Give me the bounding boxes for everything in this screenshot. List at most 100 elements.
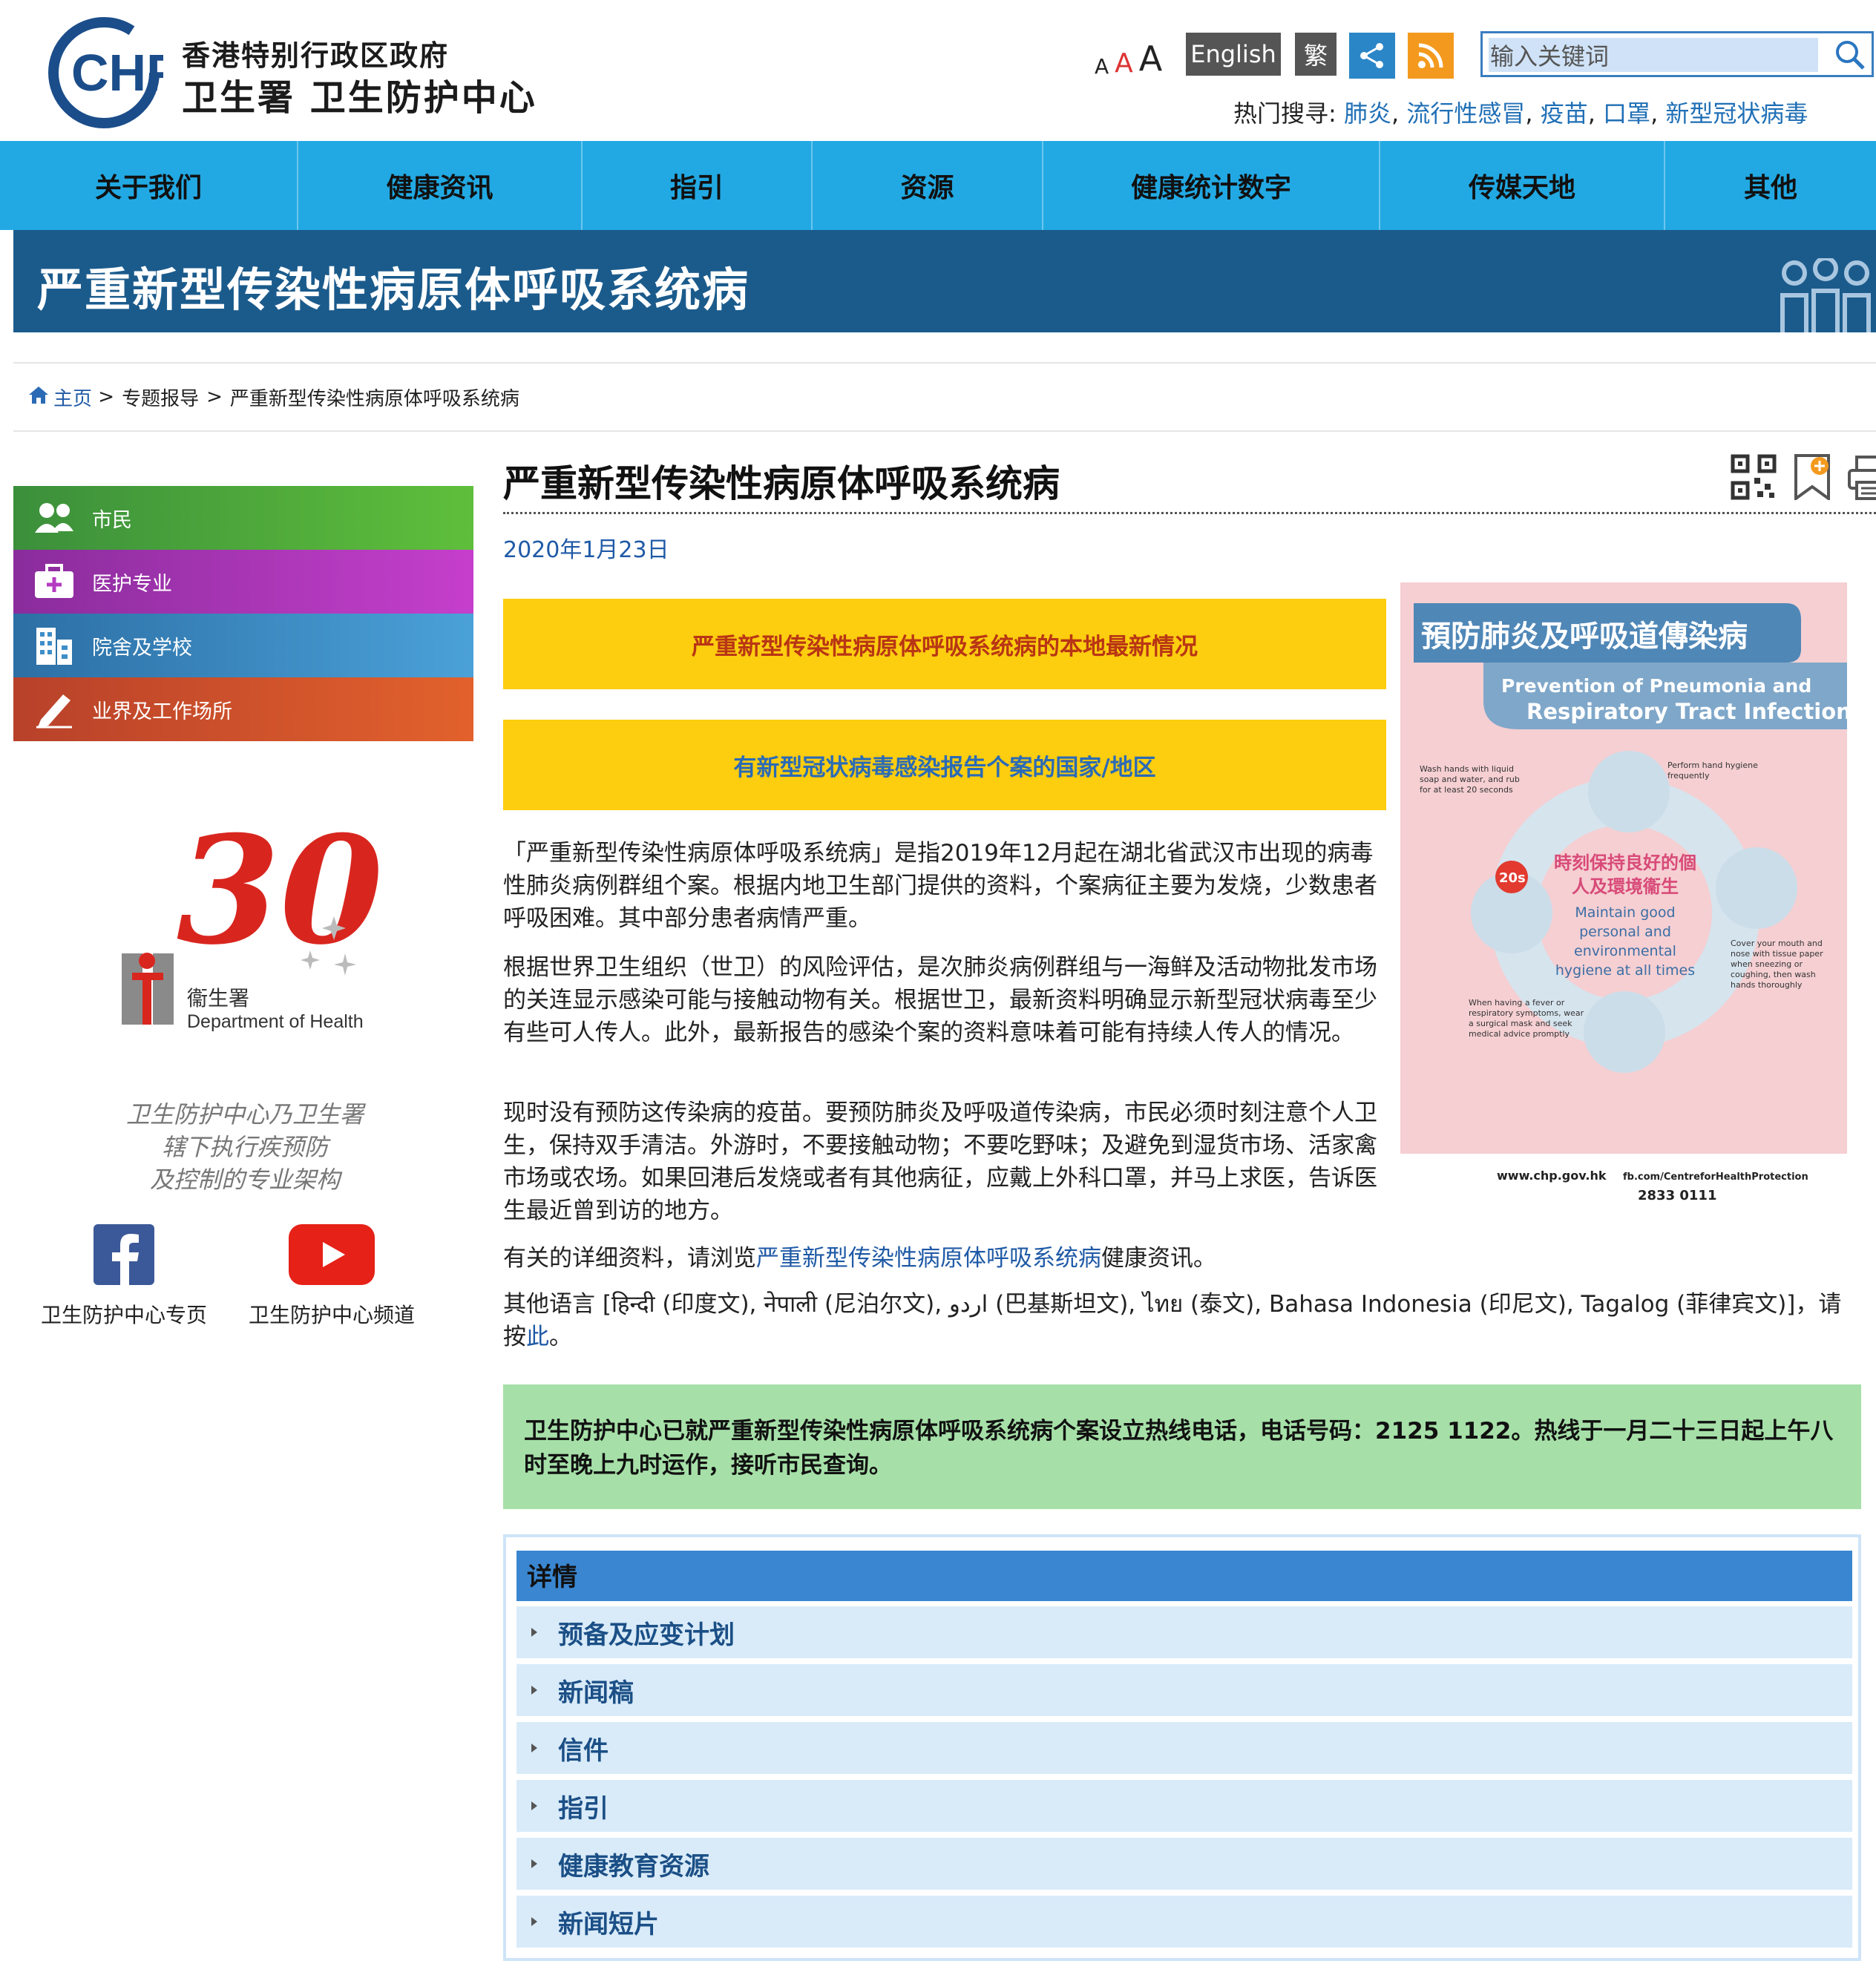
poster-title-en-2: Respiratory Tract Infection	[1526, 699, 1847, 724]
sidebar-item-medical[interactable]: 医护专业	[13, 550, 473, 614]
hot-search-link[interactable]: 肺炎	[1344, 99, 1391, 128]
details-header: 详情	[516, 1551, 1852, 1601]
anniv-dept-cn: 衞生署	[187, 986, 249, 1011]
hot-search-label: 热门搜寻:	[1233, 99, 1337, 128]
sidebar-item-label: 市民	[92, 508, 132, 532]
youtube-link[interactable]: 卫生防护中心频道	[249, 1224, 415, 1329]
hot-search: 热门搜寻: 肺炎, 流行性感冒, 疫苗, 口罩, 新型冠状病毒	[1233, 99, 1808, 128]
rss-icon[interactable]	[1408, 33, 1454, 79]
topic-banner: 严重新型传染性病原体呼吸系统病	[13, 230, 1876, 332]
breadcrumb-separator: >	[206, 386, 223, 408]
health-topic-link[interactable]: 严重新型传染性病原体呼吸系统病	[756, 1245, 1101, 1272]
affected-areas-label: 有新型冠状病毒感染报告个案的国家/地区	[733, 754, 1156, 781]
org-line2: 卫生署 卫生防护中心	[182, 77, 537, 119]
tagline-line: 辖下执行疾预防	[161, 1133, 328, 1161]
share-icon[interactable]	[1349, 33, 1395, 79]
sidebar-item-public[interactable]: 市民	[13, 486, 473, 550]
para4-prefix: 有关的详细资料，请浏览	[503, 1245, 756, 1272]
prevention-poster[interactable]: 預防肺炎及呼吸道傳染病 Prevention of Pneumonia and …	[1400, 582, 1847, 1209]
poster-phone: 2833 0111	[1638, 1188, 1716, 1203]
poster-title-cn: 預防肺炎及呼吸道傳染病	[1421, 620, 1748, 654]
details-item-label: 健康教育资源	[558, 1851, 709, 1882]
poster-title-en-1: Prevention of Pneumonia and	[1501, 675, 1811, 697]
people-icon	[27, 502, 82, 534]
poster-tip-fever: When having a fever or respiratory sympt…	[1469, 998, 1584, 1039]
nav-guidelines[interactable]: 指引	[583, 141, 813, 230]
poster-badge: 20s	[1499, 870, 1526, 886]
tagline-line: 卫生防护中心乃卫生署	[125, 1100, 364, 1128]
details-item-label: 新闻稿	[558, 1678, 634, 1708]
body-paragraph-2: 根据世界卫生组织（世卫）的风险评估，是次肺炎病例群组与一海鲜及活动物批发市场的关…	[503, 954, 1377, 1046]
facebook-link[interactable]: 卫生防护中心专页	[41, 1224, 207, 1329]
font-size-small[interactable]: A	[1095, 54, 1109, 79]
sidebar-menu: 市民 医护专业 院舍及学校 业界及工作场所	[13, 486, 473, 741]
qr-code-icon[interactable]	[1731, 454, 1777, 503]
caret-right-icon	[531, 1744, 537, 1752]
details-item-label: 信件	[558, 1735, 609, 1766]
tagline-line: 及控制的专业架构	[149, 1166, 340, 1194]
dh-emblem-icon	[122, 953, 174, 1025]
hot-search-link[interactable]: 疫苗	[1541, 99, 1588, 128]
details-item[interactable]: 健康教育资源	[516, 1838, 1852, 1890]
details-item[interactable]: 指引	[516, 1780, 1852, 1832]
logo-letters: CHP	[71, 44, 163, 102]
body-paragraph-4: 有关的详细资料，请浏览严重新型传染性病原体呼吸系统病健康资讯。	[503, 1242, 1846, 1275]
print-icon[interactable]	[1848, 454, 1876, 503]
anniv-dept-en: Department of Health	[187, 1011, 364, 1032]
breadcrumb-home[interactable]: 主页	[53, 384, 92, 411]
details-panel: 详情 预备及应变计划 新闻稿 信件 指引 健康教育资源 新闻短片	[503, 1534, 1861, 1961]
details-item[interactable]: 新闻短片	[516, 1896, 1852, 1948]
para5-prefix: 其他语言 [हिन्दी (印度文), नेपाली (尼泊尔文), اردو …	[503, 1291, 1842, 1350]
nav-media[interactable]: 传媒天地	[1380, 141, 1665, 230]
poster-center-cn: 時刻保持良好的個人及環境衞生	[1554, 852, 1696, 897]
details-item-label: 指引	[558, 1793, 609, 1824]
people-icon	[1780, 256, 1876, 335]
hotline-notice: 卫生防护中心已就严重新型传染性病原体呼吸系统病个案设立热线电话，电话号码：212…	[503, 1384, 1861, 1509]
details-item[interactable]: 新闻稿	[516, 1664, 1852, 1716]
nav-about[interactable]: 关于我们	[0, 141, 298, 230]
details-item[interactable]: 信件	[516, 1722, 1852, 1774]
youtube-icon	[289, 1224, 375, 1290]
nav-health-info[interactable]: 健康资讯	[298, 141, 583, 230]
home-icon	[28, 385, 49, 410]
nav-others[interactable]: 其他	[1665, 141, 1876, 230]
search-box	[1480, 31, 1874, 77]
poster-tip-cover: Cover your mouth and nose with tissue pa…	[1731, 939, 1823, 990]
sidebar-item-workplace[interactable]: 业界及工作场所	[13, 677, 473, 741]
body-paragraph-5: 其他语言 [हिन्दी (印度文), नेपाली (尼泊尔文), اردو …	[503, 1288, 1846, 1353]
breadcrumb-topics[interactable]: 专题报导	[122, 384, 199, 411]
hot-search-link[interactable]: 新型冠状病毒	[1665, 99, 1808, 128]
sidebar-item-schools[interactable]: 院舍及学校	[13, 614, 473, 677]
para5-suffix: 。	[549, 1324, 572, 1350]
font-size-medium[interactable]: A	[1115, 48, 1133, 79]
sidebar-item-label: 医护专业	[92, 572, 172, 596]
caret-right-icon	[531, 1628, 537, 1637]
nav-resources[interactable]: 资源	[813, 141, 1043, 230]
page-tools	[1731, 454, 1876, 503]
search-input[interactable]	[1489, 38, 1818, 72]
affected-areas-button[interactable]: 有新型冠状病毒感染报告个案的国家/地区	[503, 720, 1386, 810]
building-icon	[27, 626, 82, 665]
dh-30th-anniversary-logo: 30 衞生署 Department of Health	[111, 804, 383, 1045]
local-situation-button[interactable]: 严重新型传染性病原体呼吸系统病的本地最新情况	[503, 599, 1386, 689]
breadcrumb-current: 严重新型传染性病原体呼吸系统病	[229, 387, 519, 410]
breadcrumb-separator: >	[92, 386, 115, 408]
other-languages-link[interactable]: 此	[526, 1324, 549, 1350]
traditional-chinese-button[interactable]: 繁	[1295, 33, 1337, 76]
hot-search-link[interactable]: 流行性感冒	[1406, 99, 1525, 128]
banner-title: 严重新型传染性病原体呼吸系统病	[37, 263, 750, 317]
nav-statistics[interactable]: 健康统计数字	[1043, 141, 1380, 230]
bookmark-icon[interactable]	[1793, 454, 1831, 503]
poster-tip-wash: Wash hands with liquid soap and water, a…	[1420, 764, 1520, 795]
font-size-selector: A A A	[1095, 39, 1162, 79]
medical-kit-icon	[27, 564, 82, 599]
chp-logo[interactable]: CHP	[45, 13, 181, 135]
facebook-label: 卫生防护中心专页	[41, 1303, 208, 1327]
hot-search-link[interactable]: 口罩	[1603, 99, 1650, 128]
search-icon[interactable]	[1834, 39, 1866, 73]
details-item[interactable]: 预备及应变计划	[516, 1606, 1852, 1658]
english-button[interactable]: English	[1186, 33, 1281, 76]
font-size-large[interactable]: A	[1139, 39, 1162, 79]
caret-right-icon	[531, 1859, 537, 1868]
anniv-number: 30	[177, 820, 378, 978]
